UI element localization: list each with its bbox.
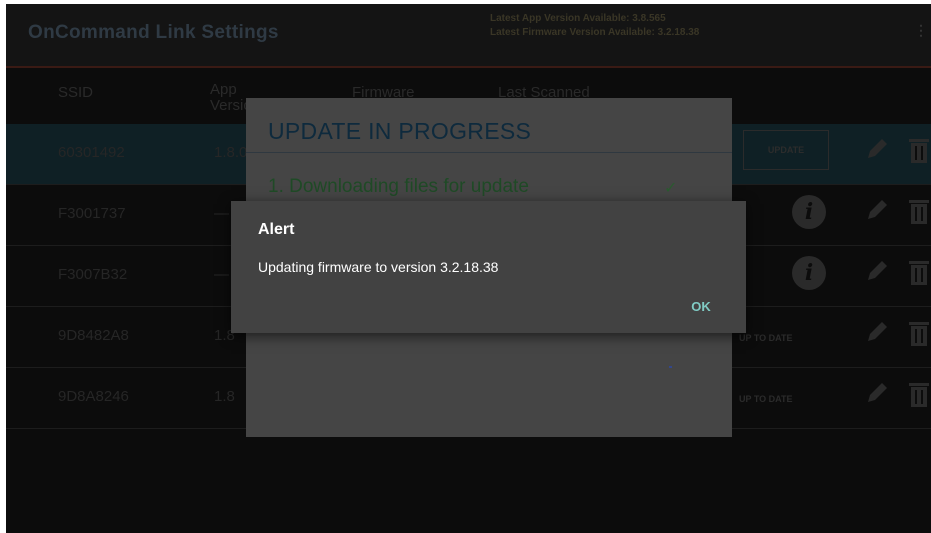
trash-icon[interactable] bbox=[908, 319, 930, 347]
overflow-menu-icon[interactable]: ⋮ bbox=[914, 22, 928, 39]
trash-icon[interactable] bbox=[908, 380, 930, 408]
app-bar: OnCommand Link Settings Latest App Versi… bbox=[6, 4, 931, 68]
edit-pencil-icon[interactable] bbox=[864, 197, 890, 223]
trash-icon[interactable] bbox=[908, 197, 930, 225]
progress-indicator bbox=[669, 366, 672, 368]
row-ssid: F3001737 bbox=[58, 205, 126, 222]
update-step-download: 1. Downloading files for update bbox=[268, 176, 529, 197]
latest-app-version: Latest App Version Available: 3.8.565 bbox=[490, 13, 666, 24]
edit-pencil-icon[interactable] bbox=[864, 380, 890, 406]
row-ssid: 9D8A8246 bbox=[58, 388, 129, 405]
alert-message: Updating firmware to version 3.2.18.38 bbox=[258, 259, 499, 275]
row-ssid: 9D8482A8 bbox=[58, 327, 129, 344]
edit-pencil-icon[interactable] bbox=[864, 258, 890, 284]
row-ssid: F3007B32 bbox=[58, 266, 128, 283]
status-badge: UP TO DATE bbox=[739, 394, 793, 404]
check-icon: ✓ bbox=[664, 180, 678, 197]
update-dialog-title: UPDATE IN PROGRESS bbox=[268, 118, 532, 144]
dialog-divider bbox=[246, 152, 732, 153]
info-icon[interactable]: i bbox=[792, 195, 826, 229]
row-app-version: — bbox=[214, 205, 229, 222]
row-app-version: 1.8.0 bbox=[214, 144, 248, 161]
edit-pencil-icon[interactable] bbox=[864, 136, 890, 162]
status-badge: UP TO DATE bbox=[739, 333, 793, 343]
edit-pencil-icon[interactable] bbox=[864, 319, 890, 345]
latest-firmware-version: Latest Firmware Version Available: 3.2.1… bbox=[490, 27, 700, 38]
ok-button[interactable]: OK bbox=[680, 293, 722, 321]
alert-dialog: Alert Updating firmware to version 3.2.1… bbox=[231, 201, 746, 333]
row-ssid: 60301492 bbox=[58, 144, 125, 161]
column-header-app-version: App Version bbox=[210, 81, 261, 114]
latest-versions-info: Latest App Version Available: 3.8.565 La… bbox=[490, 12, 699, 40]
trash-icon[interactable] bbox=[908, 258, 930, 286]
column-header-ssid: SSID bbox=[58, 84, 94, 101]
row-app-version: 1.8 bbox=[214, 388, 235, 405]
alert-title: Alert bbox=[258, 221, 295, 238]
row-app-version: — bbox=[214, 266, 229, 283]
trash-icon[interactable] bbox=[908, 136, 930, 164]
page-title: OnCommand Link Settings bbox=[28, 22, 279, 43]
info-icon[interactable]: i bbox=[792, 256, 826, 290]
update-button[interactable]: UPDATE bbox=[743, 130, 829, 170]
app-screen: OnCommand Link Settings Latest App Versi… bbox=[6, 4, 931, 533]
